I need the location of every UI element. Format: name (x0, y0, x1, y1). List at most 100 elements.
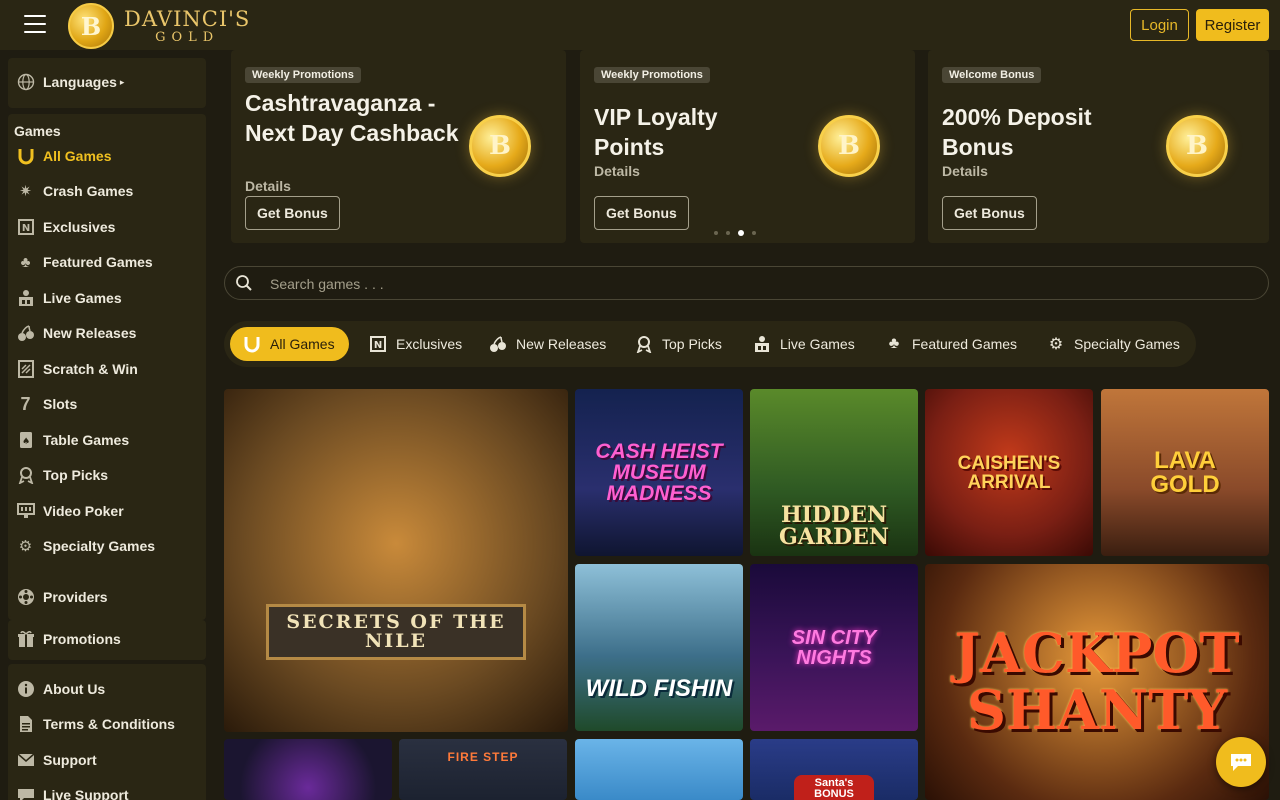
tab-featured-games[interactable]: ♣ Featured Games (884, 327, 1017, 361)
specialty-gear-icon: ⚙ (18, 538, 33, 555)
game-title: SIN CITY NIGHTS (791, 626, 877, 669)
carousel-dot[interactable] (714, 231, 718, 235)
get-bonus-button[interactable]: Get Bonus (942, 196, 1037, 230)
sidebar-item-new-releases[interactable]: New Releases (16, 321, 136, 345)
game-tile-hidden-garden[interactable]: HIDDEN GARDEN (750, 389, 918, 556)
game-tile-museum-madness[interactable]: CASH HEIST MUSEUM MADNESS (575, 389, 743, 556)
providers-chip-icon (16, 588, 35, 607)
promo-card-cashtravaganza[interactable]: Weekly Promotions Cashtravaganza - Next … (231, 50, 566, 243)
sidebar-item-live-support[interactable]: Live Support (16, 783, 129, 800)
site-logo[interactable]: B DAVINCI'S GOLD (68, 3, 250, 49)
hamburger-menu-icon[interactable] (24, 15, 46, 33)
promo-title: 200% Deposit Bonus (942, 104, 1092, 160)
get-bonus-button[interactable]: Get Bonus (594, 196, 689, 230)
promo-tag: Weekly Promotions (245, 67, 361, 83)
new-cherries-icon (488, 334, 508, 354)
game-tile-lava-gold[interactable]: LAVA GOLD (1101, 389, 1269, 556)
bitcoin-coin-icon: B (818, 115, 880, 177)
exclusive-badge-icon: N (16, 218, 35, 237)
sidebar-item-crash-games[interactable]: ✷ Crash Games (16, 179, 133, 203)
game-title: SECRETS OF THE NILE (266, 604, 526, 660)
sidebar-item-exclusives[interactable]: N Exclusives (16, 215, 115, 239)
sidebar-item-about-us[interactable]: About Us (16, 677, 105, 701)
sidebar-item-label: Live Games (43, 290, 122, 306)
chat-icon (16, 786, 35, 800)
sidebar-item-label: Top Picks (43, 467, 109, 483)
award-ribbon-icon (16, 466, 35, 485)
gift-icon (16, 630, 35, 649)
game-tile-secrets-of-the-nile[interactable]: SECRETS OF THE NILE (224, 389, 568, 732)
sidebar-item-label: New Releases (43, 325, 137, 341)
game-title: JACKPOT SHANTY (954, 621, 1240, 742)
game-tile-wizard[interactable] (575, 739, 743, 800)
tab-live-games[interactable]: Live Games (752, 327, 855, 361)
games-heading: Games (14, 123, 61, 139)
table-cards-icon: ♠ (16, 431, 35, 450)
carousel-dot-active[interactable] (738, 230, 744, 236)
game-tile-bubble-game[interactable] (224, 739, 392, 800)
promo-tag: Welcome Bonus (942, 67, 1042, 83)
mail-icon (16, 751, 35, 770)
promo-card-vip-loyalty[interactable]: Weekly Promotions VIP Loyalty Points Det… (580, 50, 915, 243)
game-tile-caishens-arrival[interactable]: CAISHEN'S ARRIVAL (925, 389, 1093, 556)
clover-icon: ♣ (888, 335, 900, 352)
search-bar (224, 266, 1269, 300)
tab-new-releases[interactable]: New Releases (488, 327, 606, 361)
chat-bubble-icon (1231, 754, 1251, 771)
logo-line-1: DAVINCI'S (124, 6, 251, 31)
tab-exclusives[interactable]: N Exclusives (368, 327, 462, 361)
tab-all-games[interactable]: All Games (230, 327, 349, 361)
category-tabs: All Games N Exclusives New Releases Top … (224, 321, 1196, 367)
crash-star-icon: ✷ (19, 183, 32, 200)
game-tile-fire-step[interactable]: FIRE STEP (399, 739, 567, 800)
exclusive-badge-icon: N (368, 334, 388, 354)
tab-label: Live Games (780, 336, 855, 352)
sidebar-item-featured-games[interactable]: ♣ Featured Games (16, 250, 153, 274)
sidebar-item-live-games[interactable]: Live Games (16, 286, 122, 310)
game-tile-sin-city-nights[interactable]: SIN CITY NIGHTS (750, 564, 918, 731)
sidebar-item-table-games[interactable]: ♠ Table Games (16, 428, 129, 452)
sidebar-item-languages[interactable]: Languages ▸ (16, 70, 124, 94)
promo-card-deposit-bonus[interactable]: Welcome Bonus 200% Deposit Bonus Details… (928, 50, 1269, 243)
sidebar-item-label: Scratch & Win (43, 361, 138, 377)
sidebar-item-label: Table Games (43, 432, 130, 448)
tab-specialty-games[interactable]: ⚙ Specialty Games (1046, 327, 1180, 361)
live-dealer-icon (752, 334, 772, 354)
sidebar-item-label: Crash Games (43, 183, 134, 199)
carousel-dot[interactable] (726, 231, 730, 235)
sidebar-item-video-poker[interactable]: Video Poker (16, 499, 124, 523)
document-icon (16, 715, 35, 734)
game-tile-santas-bonus[interactable]: Santa's BONUS (750, 739, 918, 800)
tab-label: New Releases (516, 336, 607, 352)
sidebar-item-label: All Games (43, 148, 112, 164)
sidebar-item-label: Providers (43, 589, 108, 605)
sidebar-item-label: Languages (43, 74, 117, 90)
sidebar-item-terms[interactable]: Terms & Conditions (16, 712, 175, 736)
tab-top-picks[interactable]: Top Picks (634, 327, 722, 361)
get-bonus-button[interactable]: Get Bonus (245, 196, 340, 230)
logo-wordmark: DAVINCI'S GOLD (124, 6, 251, 45)
search-icon (236, 275, 252, 291)
sidebar-item-top-picks[interactable]: Top Picks (16, 463, 108, 487)
live-chat-button[interactable] (1216, 737, 1266, 787)
sidebar-item-scratch-win[interactable]: Scratch & Win (16, 357, 138, 381)
bitcoin-coin-icon: B (68, 3, 114, 49)
logo-line-2: GOLD (155, 29, 220, 45)
sidebar-item-specialty-games[interactable]: ⚙ Specialty Games (16, 534, 155, 558)
sidebar-item-support[interactable]: Support (16, 748, 97, 772)
search-input[interactable] (270, 273, 1170, 295)
clover-icon: ♣ (20, 253, 31, 271)
tab-label: Featured Games (912, 336, 1018, 352)
promo-details-link[interactable]: Details (942, 163, 988, 179)
register-button[interactable]: Register (1196, 9, 1269, 41)
promo-details-link[interactable]: Details (594, 163, 640, 179)
login-button[interactable]: Login (1130, 9, 1189, 41)
sidebar-item-all-games[interactable]: All Games (16, 144, 111, 168)
sidebar-item-slots[interactable]: 7 Slots (16, 392, 77, 416)
carousel-dot[interactable] (752, 231, 756, 235)
promo-details-link[interactable]: Details (245, 178, 291, 194)
sidebar-item-promotions[interactable]: Promotions (16, 627, 121, 651)
promo-title: VIP Loyalty Points (594, 104, 718, 160)
game-tile-wild-fishin[interactable]: WILD FISHIN (575, 564, 743, 731)
sidebar-item-providers[interactable]: Providers (16, 585, 108, 609)
